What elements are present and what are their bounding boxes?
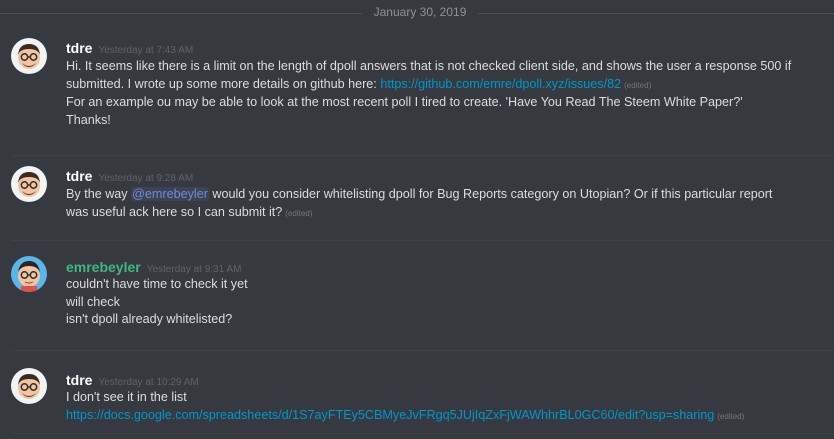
username[interactable]: tdre — [66, 372, 92, 388]
timestamp: Yesterday at 9:28 AM — [98, 173, 194, 184]
message-text: submitted. I wrote up some more details … — [66, 76, 806, 95]
message-body: I don't see it in the list https://docs.… — [66, 389, 806, 425]
message-text: Thanks! — [66, 112, 111, 127]
avatar[interactable] — [11, 38, 47, 74]
edited-label: (edited) — [717, 411, 745, 421]
divider-line-left — [0, 13, 362, 14]
message-text: isn't dpoll already whitelisted? — [66, 312, 233, 326]
message-text: couldn't have time to check it yet — [66, 277, 248, 291]
message-text-segment: was useful ack here so I can submit it? — [66, 204, 283, 219]
message-header: emrebeyler Yesterday at 9:31 AM — [66, 259, 241, 275]
edited-label: (edited) — [624, 80, 652, 90]
date-divider: January 30, 2019 — [0, 0, 834, 28]
avatar-image — [11, 38, 47, 74]
message-body: couldn't have time to check it yet will … — [66, 276, 806, 329]
divider-line-right — [478, 13, 834, 14]
timestamp: Yesterday at 7:43 AM — [98, 45, 194, 56]
message-text: I don't see it in the list — [66, 390, 187, 404]
message-text: was useful ack here so I can submit it?(… — [66, 204, 806, 223]
message-separator — [12, 155, 834, 156]
message-header: tdre Yesterday at 10:29 AM — [66, 372, 199, 388]
message-body: Hi. It seems like there is a limit on th… — [66, 58, 806, 129]
message-header: tdre Yesterday at 9:28 AM — [66, 168, 193, 184]
timestamp: Yesterday at 10:29 AM — [98, 377, 199, 388]
username[interactable]: emrebeyler — [66, 259, 141, 275]
date-divider-label: January 30, 2019 — [373, 5, 467, 19]
message-separator — [12, 240, 834, 241]
message-text: Hi. It seems like there is a limit on th… — [66, 59, 792, 73]
message-text: https://docs.google.com/spreadsheets/d/1… — [66, 407, 806, 426]
message-text: By the way @emrebeyler would you conside… — [66, 186, 806, 204]
message-separator — [12, 350, 834, 351]
spreadsheet-link[interactable]: https://docs.google.com/spreadsheets/d/1… — [66, 408, 714, 422]
avatar-image — [11, 166, 47, 202]
user-mention[interactable]: @emrebeyler — [131, 187, 209, 201]
message-text: will check — [66, 294, 120, 309]
message-text-segment: would you consider whitelisting dpoll fo… — [208, 187, 773, 201]
edited-label: (edited) — [285, 208, 313, 218]
username[interactable]: tdre — [66, 40, 92, 56]
avatar[interactable] — [11, 256, 47, 292]
github-issue-link[interactable]: https://github.com/emre/dpoll.xyz/issues… — [380, 77, 621, 91]
username[interactable]: tdre — [66, 168, 92, 184]
avatar-image — [11, 256, 47, 292]
avatar-image — [11, 368, 47, 404]
message-text-segment: By the way — [66, 187, 132, 201]
avatar[interactable] — [11, 166, 47, 202]
timestamp: Yesterday at 9:31 AM — [146, 264, 242, 275]
avatar[interactable] — [11, 368, 47, 404]
message-text: For an example ou may be able to look at… — [66, 95, 743, 109]
message-body: By the way @emrebeyler would you conside… — [66, 186, 806, 222]
message-separator — [12, 433, 834, 434]
message-header: tdre Yesterday at 7:43 AM — [66, 40, 193, 56]
message-text-segment: submitted. I wrote up some more details … — [66, 76, 381, 91]
